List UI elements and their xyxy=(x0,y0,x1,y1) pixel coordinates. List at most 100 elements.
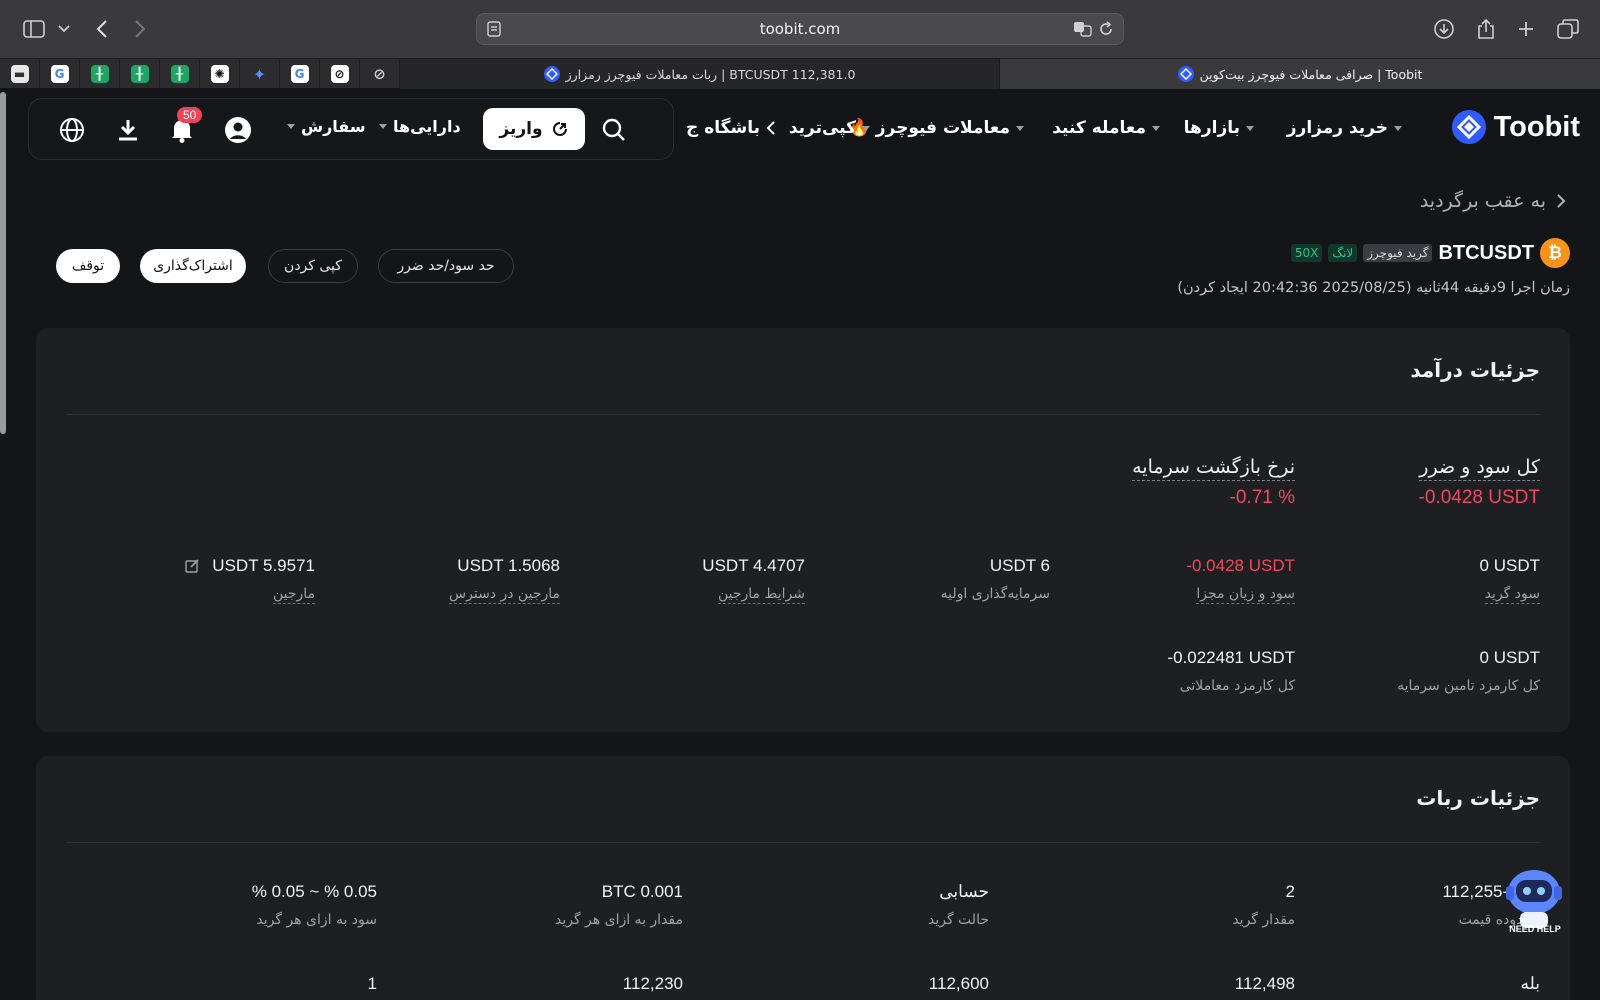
runtime-text: زمان اجرا 9دقیقه 44ثانیه (2025/08/25 20:… xyxy=(1177,280,1570,296)
pinned-tab-sheets[interactable]: ╂ xyxy=(80,59,120,89)
pinned-tab-openai[interactable]: ✺ xyxy=(200,59,240,89)
search-icon[interactable] xyxy=(599,115,629,145)
caret-down-icon xyxy=(862,125,870,131)
income-details-card: جزئیات درآمد کل سود و ضرر -0.0428 USDT ن… xyxy=(36,328,1570,732)
caret-down-icon xyxy=(287,124,295,129)
back-label: به عقب برگردید xyxy=(1419,190,1546,212)
label[interactable]: مارجین xyxy=(272,586,315,604)
nav-futures[interactable]: 🔥 معاملات فیوچرز xyxy=(849,118,1024,138)
value: 0 USDT xyxy=(1479,648,1540,667)
tab-overview-icon[interactable] xyxy=(1556,17,1580,41)
sidebar-icon[interactable] xyxy=(22,17,46,41)
value: 2 xyxy=(1285,882,1295,901)
pinned-tab-gemini[interactable]: ✦ xyxy=(240,59,280,89)
tp-sl-button[interactable]: حد سود/حد ضرر xyxy=(378,249,514,283)
roi-value: -0.71 % xyxy=(1229,487,1295,508)
back-icon[interactable] xyxy=(90,17,114,41)
label: سود به ازای هر گرید xyxy=(256,912,377,928)
pinned-tab-google[interactable]: G xyxy=(40,59,80,89)
tab-robot[interactable]: ربات معاملات فیوچرز رمزارز | BTCUSDT 112… xyxy=(400,59,1000,89)
value: 112,498 xyxy=(1234,974,1295,993)
divider xyxy=(66,842,1540,843)
header-actions: 50 سفارش دارایی‌ها واریز xyxy=(28,98,674,160)
grid-count: 2 مقدار گرید xyxy=(1075,882,1295,928)
caret-down-icon xyxy=(379,124,387,129)
caret-down-icon xyxy=(1394,125,1402,131)
new-tab-icon[interactable] xyxy=(1514,17,1538,41)
globe-icon[interactable] xyxy=(57,115,87,145)
address-bar[interactable]: toobit.com xyxy=(476,13,1124,45)
label[interactable]: سود و زیان مجزا xyxy=(1196,586,1295,604)
tab-strip: ▬ G ╂ ╂ ╂ ✺ ✦ G ⊘ ⊘ ربات معاملات فیوچرز … xyxy=(0,58,1600,89)
initial-investment: USDT 6 سرمایه‌گذاری اولیه xyxy=(830,556,1050,602)
row2-cell: 112,600 xyxy=(769,974,989,994)
roi-label[interactable]: نرخ بازگشت سرمایه xyxy=(1132,456,1295,481)
tab-exchange[interactable]: صرافی معاملات فیوچرز بیت‌کوین | Toobit xyxy=(1000,59,1600,89)
stop-button[interactable]: توقف xyxy=(56,249,120,283)
label[interactable]: مارجین در دسترس xyxy=(449,586,560,604)
scrollbar[interactable] xyxy=(0,92,6,434)
chevron-down-icon[interactable] xyxy=(52,17,76,41)
pinned-tab-mail[interactable]: ▬ xyxy=(0,59,40,89)
caret-down-icon xyxy=(1246,125,1254,131)
value: 1 xyxy=(367,974,377,993)
tab-title: ربات معاملات فیوچرز رمزارز | BTCUSDT 112… xyxy=(565,66,856,82)
label[interactable]: شرایط مارجین xyxy=(717,586,805,604)
reload-icon[interactable] xyxy=(1097,20,1115,38)
pair-name: BTCUSDT xyxy=(1438,241,1534,264)
back-link[interactable]: به عقب برگردید xyxy=(1420,190,1566,212)
toobit-favicon-icon xyxy=(543,66,560,82)
side-tag: لانگ xyxy=(1328,244,1358,262)
download-icon[interactable] xyxy=(1432,17,1456,41)
share-icon[interactable] xyxy=(1474,17,1498,41)
label: کل کارمزد معاملاتی xyxy=(1179,678,1295,694)
grid-profit: 0 USDT سود گرید xyxy=(1320,556,1540,604)
pinned-tab-sheets[interactable]: ╂ xyxy=(120,59,160,89)
row2-cell: بله xyxy=(1320,974,1540,994)
label: مقدار گرید xyxy=(1232,912,1295,928)
divider xyxy=(66,414,1540,415)
pinned-tab-sheets[interactable]: ╂ xyxy=(160,59,200,89)
download-app-icon[interactable] xyxy=(113,115,143,145)
share-button[interactable]: اشتراک‌گذاری xyxy=(140,249,246,283)
value: -0.0428 USDT xyxy=(1186,556,1295,575)
help-bot-button[interactable]: NEED HELP xyxy=(1498,862,1570,938)
nav-label: معاملات فیوچرز xyxy=(875,118,1010,138)
pinned-tab-google[interactable]: G xyxy=(280,59,320,89)
translate-icon[interactable] xyxy=(1073,20,1093,38)
toobit-logo[interactable]: Toobit xyxy=(1451,110,1580,144)
notification-badge: 50 xyxy=(177,107,203,123)
edit-icon[interactable] xyxy=(184,558,200,574)
value: USDT 1.5068 xyxy=(457,556,560,575)
nav-club[interactable]: باشگاه ج xyxy=(686,118,776,138)
value: -0.022481 USDT xyxy=(1167,648,1295,667)
assets-label: دارایی‌ها xyxy=(393,117,461,136)
deposit-button[interactable]: واریز xyxy=(483,108,585,150)
value: 112,600 xyxy=(928,974,989,993)
deposit-icon xyxy=(552,122,567,136)
label: حالت گرید xyxy=(927,912,989,928)
pinned-tab-perplexity[interactable]: ⊘ xyxy=(320,59,360,89)
logo-text: Toobit xyxy=(1493,110,1580,143)
orders-menu[interactable]: سفارش xyxy=(287,117,366,136)
forward-icon[interactable] xyxy=(128,17,152,41)
nav-label: معامله کنید xyxy=(1052,118,1146,138)
nav-label: کپی‌ترید xyxy=(788,118,856,138)
assets-menu[interactable]: دارایی‌ها xyxy=(379,117,461,136)
card-title: جزئیات درآمد xyxy=(1410,358,1540,382)
card-title: جزئیات ربات xyxy=(1416,786,1540,810)
caret-down-icon xyxy=(1152,125,1160,131)
nav-buy-crypto[interactable]: خرید رمزارز xyxy=(1287,118,1402,138)
trading-fee: -0.022481 USDT کل کارمزد معاملاتی xyxy=(1075,648,1295,694)
nav-markets[interactable]: بازارها xyxy=(1184,118,1254,138)
user-avatar-icon[interactable] xyxy=(223,115,253,145)
toobit-logo-icon xyxy=(1451,110,1486,144)
nav-copy-trade[interactable]: کپی‌ترید xyxy=(789,118,870,138)
nav-trade[interactable]: معامله کنید xyxy=(1052,118,1160,138)
pinned-tab-compass[interactable]: ⊘ xyxy=(360,59,400,89)
orders-label: سفارش xyxy=(301,117,366,136)
label[interactable]: سود گرید xyxy=(1484,586,1540,604)
copy-button[interactable]: کپی کردن xyxy=(268,249,358,283)
total-pnl-label[interactable]: کل سود و ضرر xyxy=(1419,456,1540,481)
label: سرمایه‌گذاری اولیه xyxy=(940,586,1050,602)
